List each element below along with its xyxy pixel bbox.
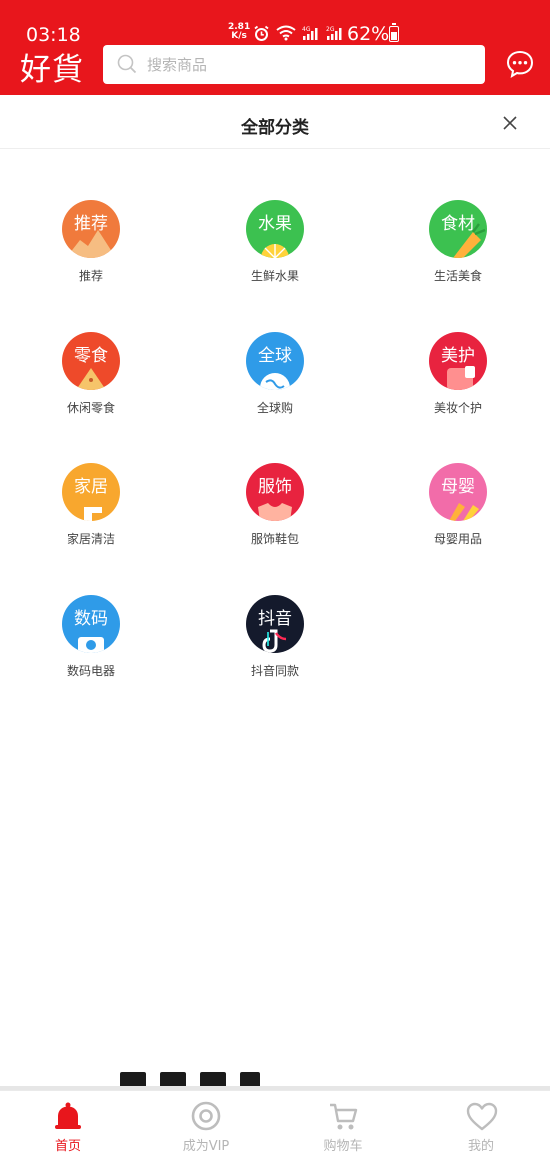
battery-percent: 62% bbox=[347, 23, 390, 45]
wifi-icon bbox=[276, 25, 296, 41]
category-label: 推荐 bbox=[78, 269, 103, 283]
app-header: 03:18 2.81 K/s 4G 2G 62% 好貨 搜索商品 bbox=[0, 0, 550, 95]
category-icon: 零食 bbox=[62, 332, 120, 390]
category-icon: 数码 bbox=[62, 595, 120, 653]
signal-4g-icon: 4G bbox=[302, 26, 318, 40]
status-time: 03:18 bbox=[26, 24, 81, 46]
heart-icon bbox=[466, 1102, 498, 1131]
category-icon: 水果 bbox=[246, 200, 304, 258]
category-label: 家居清洁 bbox=[66, 532, 115, 546]
category-label: 美妆个护 bbox=[433, 401, 482, 415]
category-icon-text: 推荐 bbox=[74, 214, 108, 234]
alarm-icon bbox=[254, 25, 269, 41]
category-label: 全球购 bbox=[256, 401, 293, 415]
bell-icon bbox=[55, 1102, 81, 1129]
category-label: 抖音同款 bbox=[250, 664, 299, 678]
category-item[interactable]: 零食 休闲零食 bbox=[31, 332, 151, 442]
tab-label: 成为VIP bbox=[182, 1139, 230, 1154]
category-icon: 推荐 bbox=[62, 200, 120, 258]
category-label: 服饰鞋包 bbox=[250, 532, 299, 546]
network-speed-unit: K/s bbox=[231, 31, 247, 41]
tab-label: 购物车 bbox=[323, 1139, 363, 1154]
category-label: 生活美食 bbox=[433, 269, 482, 283]
tab-home[interactable]: 首页 bbox=[8, 1091, 128, 1161]
category-item[interactable]: 家居 家居清洁 bbox=[31, 463, 151, 573]
tab-mine[interactable]: 我的 bbox=[421, 1091, 541, 1161]
vip-ring-icon bbox=[191, 1101, 221, 1131]
category-icon-text: 服饰 bbox=[258, 477, 292, 497]
svg-text:4G: 4G bbox=[302, 26, 311, 33]
status-icons: 4G 2G bbox=[253, 25, 344, 41]
search-bar[interactable] bbox=[103, 45, 485, 84]
category-icon-text: 数码 bbox=[74, 609, 108, 629]
category-item[interactable]: 食材 生活美食 bbox=[398, 200, 518, 310]
search-icon bbox=[117, 54, 137, 74]
tab-cart[interactable]: 购物车 bbox=[283, 1091, 403, 1161]
tab-label: 我的 bbox=[467, 1139, 494, 1154]
category-icon-text: 家居 bbox=[74, 477, 108, 497]
close-icon[interactable] bbox=[502, 115, 518, 131]
category-item[interactable]: 美护 美妆个护 bbox=[398, 332, 518, 442]
category-item[interactable]: 母婴 母婴用品 bbox=[398, 463, 518, 573]
category-icon-text: 零食 bbox=[74, 346, 108, 366]
category-icon-text: 水果 bbox=[258, 214, 292, 234]
chat-bubble-icon[interactable] bbox=[505, 49, 535, 79]
app-logo: 好貨 bbox=[20, 52, 84, 88]
tab-vip[interactable]: 成为VIP bbox=[146, 1091, 266, 1161]
category-label: 母婴用品 bbox=[433, 532, 482, 546]
category-icon-text: 母婴 bbox=[441, 477, 475, 497]
category-item[interactable]: 全球 全球购 bbox=[215, 332, 335, 442]
category-icon-text: 食材 bbox=[441, 214, 475, 234]
category-icon: 食材 bbox=[429, 200, 487, 258]
category-icon: 美护 bbox=[429, 332, 487, 390]
category-icon: 服饰 bbox=[246, 463, 304, 521]
network-speed: 2.81 K/s bbox=[228, 23, 250, 41]
tab-label: 首页 bbox=[54, 1139, 81, 1154]
category-item[interactable]: 抖音 抖音同款 bbox=[215, 595, 335, 705]
panel-title: 全部分类 bbox=[241, 118, 309, 138]
category-item[interactable]: 服饰 服饰鞋包 bbox=[215, 463, 335, 573]
svg-text:2G: 2G bbox=[326, 26, 335, 33]
category-icon: 抖音 bbox=[246, 595, 304, 653]
category-icon: 全球 bbox=[246, 332, 304, 390]
signal-2g-icon: 2G bbox=[326, 26, 342, 40]
category-label: 数码电器 bbox=[66, 664, 115, 678]
category-item[interactable]: 数码 数码电器 bbox=[31, 595, 151, 705]
search-input[interactable] bbox=[147, 45, 467, 84]
category-item[interactable]: 推荐 推荐 bbox=[31, 200, 151, 310]
category-panel-header: 全部分类 bbox=[0, 95, 550, 149]
category-icon: 家居 bbox=[62, 463, 120, 521]
category-icon-text: 全球 bbox=[258, 346, 292, 366]
battery-icon bbox=[389, 23, 399, 42]
category-icon: 母婴 bbox=[429, 463, 487, 521]
bottom-tab-bar: 首页 成为VIP 购物车 我的 bbox=[0, 1090, 550, 1161]
category-label: 生鲜水果 bbox=[250, 269, 299, 283]
category-icon-text: 美护 bbox=[441, 346, 475, 366]
category-icon-text: 抖音 bbox=[258, 609, 292, 629]
category-item[interactable]: 水果 生鲜水果 bbox=[215, 200, 335, 310]
category-label: 休闲零食 bbox=[66, 401, 115, 415]
status-bar: 03:18 2.81 K/s 4G 2G 62% bbox=[0, 20, 550, 46]
cart-icon bbox=[330, 1103, 358, 1130]
